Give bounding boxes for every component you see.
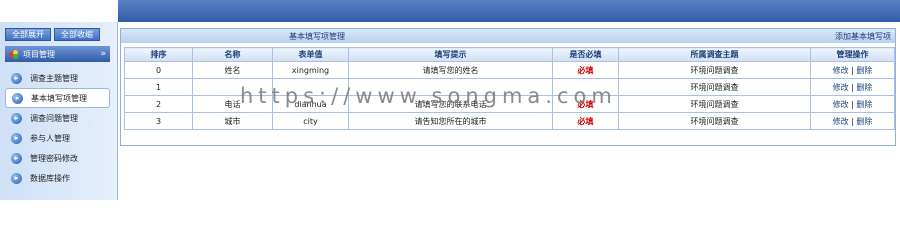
cell-name: 城市	[192, 112, 273, 130]
play-icon: ▸	[11, 132, 22, 144]
add-field-link[interactable]: 添加基本填写项	[835, 31, 891, 42]
edit-link[interactable]: 修改	[833, 100, 849, 109]
menu-section-header[interactable]: 项目管理 »	[5, 46, 110, 62]
cell-hint: 请告知您所在的城市	[348, 112, 553, 130]
column-header-topic: 所属调查主题	[618, 47, 811, 62]
column-header-form-value: 表单值	[272, 47, 349, 62]
panel-header: 基本填写项管理 添加基本填写项	[121, 29, 895, 43]
action-separator: |	[851, 99, 854, 109]
play-icon: ▸	[11, 152, 22, 164]
left-sidebar: 全部展开 全部收缩 项目管理 » ▸ 调查主题管理 ▸ 基本填写项管理 ▸ 调查…	[0, 22, 118, 200]
cell-topic: 环境问题调查	[618, 61, 811, 79]
sidebar-item-label: 基本填写项管理	[31, 93, 87, 103]
top-banner	[0, 0, 900, 22]
expand-all-button[interactable]: 全部展开	[5, 28, 51, 41]
panel-title: 基本填写项管理	[289, 32, 345, 41]
watermark-text: https://www.songma.com	[240, 84, 617, 108]
play-icon: ▸	[12, 92, 23, 104]
cell-topic: 环境问题调查	[618, 78, 811, 96]
delete-link[interactable]: 删除	[856, 100, 872, 109]
cell-topic: 环境问题调查	[618, 112, 811, 130]
cell-name: 姓名	[192, 61, 273, 79]
sidebar-item-database-operations[interactable]: ▸ 数据库操作	[5, 168, 110, 188]
sidebar-button-row: 全部展开 全部收缩	[5, 28, 100, 41]
cell-hint: 请填写您的姓名	[348, 61, 553, 79]
column-header-order: 排序	[124, 47, 193, 62]
menu-section-title: 项目管理	[23, 49, 55, 59]
table-row: 3 城市 city 请告知您所在的城市 必填 环境问题调查 修改 | 删除	[124, 112, 895, 130]
sidebar-item-label: 调查主题管理	[30, 73, 78, 83]
collapse-arrows-icon[interactable]: »	[100, 49, 110, 59]
sidebar-item-label: 管理密码修改	[30, 153, 78, 163]
sidebar-item-label: 参与人管理	[30, 133, 70, 143]
sidebar-item-question-management[interactable]: ▸ 调查问题管理	[5, 108, 110, 128]
collapse-all-button[interactable]: 全部收缩	[54, 28, 100, 41]
edit-link[interactable]: 修改	[833, 117, 849, 126]
action-separator: |	[851, 82, 854, 92]
sidebar-menu: ▸ 调查主题管理 ▸ 基本填写项管理 ▸ 调查问题管理 ▸ 参与人管理 ▸ 管理…	[5, 68, 110, 188]
sidebar-item-participant-management[interactable]: ▸ 参与人管理	[5, 128, 110, 148]
cell-form-value: xingming	[272, 61, 349, 79]
sidebar-item-password-change[interactable]: ▸ 管理密码修改	[5, 148, 110, 168]
action-separator: |	[851, 116, 854, 126]
sidebar-item-topic-management[interactable]: ▸ 调查主题管理	[5, 68, 110, 88]
column-header-name: 名称	[192, 47, 273, 62]
column-header-actions: 管理操作	[810, 47, 895, 62]
top-banner-left-area	[0, 0, 118, 22]
cell-order: 1	[124, 78, 193, 96]
cell-required: 必填	[552, 61, 619, 79]
play-icon: ▸	[11, 172, 22, 184]
delete-link[interactable]: 删除	[856, 117, 872, 126]
table-header-row: 排序 名称 表单值 填写提示 是否必填 所属调查主题 管理操作	[124, 47, 895, 62]
delete-link[interactable]: 删除	[856, 66, 872, 75]
cell-topic: 环境问题调查	[618, 95, 811, 113]
action-separator: |	[851, 65, 854, 75]
cell-order: 2	[124, 95, 193, 113]
cell-order: 3	[124, 112, 193, 130]
column-header-required: 是否必填	[552, 47, 619, 62]
project-icon	[9, 50, 19, 59]
edit-link[interactable]: 修改	[833, 66, 849, 75]
cell-actions: 修改 | 删除	[810, 61, 895, 79]
edit-link[interactable]: 修改	[833, 83, 849, 92]
cell-form-value: city	[272, 112, 349, 130]
delete-link[interactable]: 删除	[856, 83, 872, 92]
table-row: 0 姓名 xingming 请填写您的姓名 必填 环境问题调查 修改 | 删除	[124, 61, 895, 79]
cell-actions: 修改 | 删除	[810, 112, 895, 130]
play-icon: ▸	[11, 72, 22, 84]
cell-order: 0	[124, 61, 193, 79]
cell-actions: 修改 | 删除	[810, 95, 895, 113]
column-header-hint: 填写提示	[348, 47, 553, 62]
cell-required: 必填	[552, 112, 619, 130]
sidebar-item-label: 数据库操作	[30, 173, 70, 183]
sidebar-item-label: 调查问题管理	[30, 113, 78, 123]
sidebar-item-basic-fields-management[interactable]: ▸ 基本填写项管理	[5, 88, 110, 108]
cell-actions: 修改 | 删除	[810, 78, 895, 96]
play-icon: ▸	[11, 112, 22, 124]
